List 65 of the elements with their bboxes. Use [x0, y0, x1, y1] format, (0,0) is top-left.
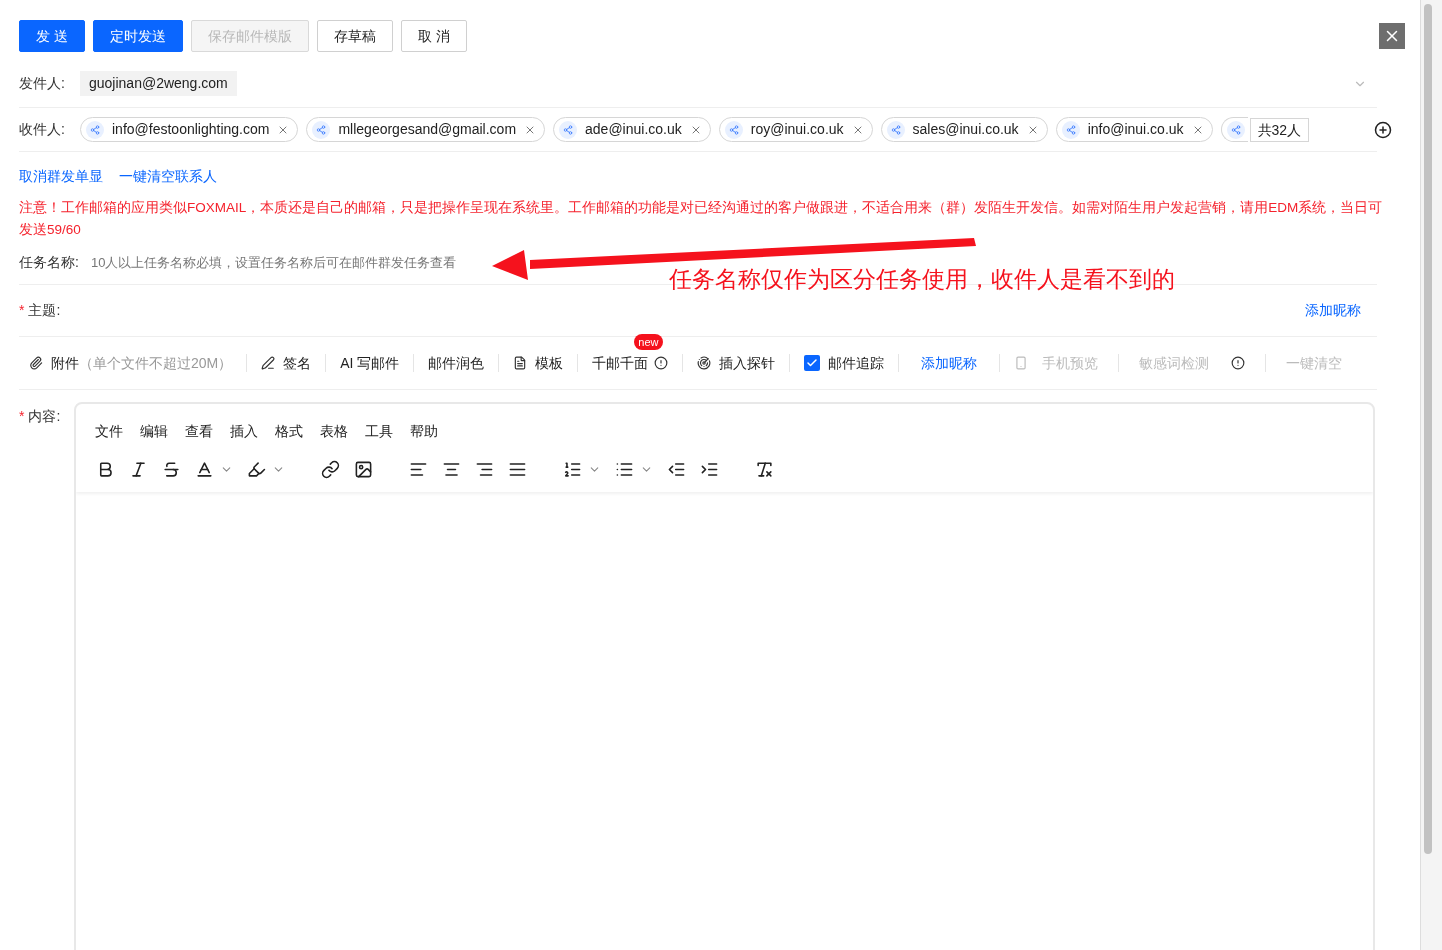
- editor-menu-item[interactable]: 编辑: [140, 416, 168, 446]
- toolbar-button[interactable]: 邮件润色: [428, 352, 485, 374]
- sender-field[interactable]: guojinan@2weng.com: [80, 71, 237, 96]
- action-button[interactable]: 发 送: [19, 20, 85, 52]
- editor[interactable]: 文件 编辑 查看 插入 格式 表格 工具 帮助: [74, 402, 1375, 950]
- toolbar-button[interactable]: 附件: [51, 352, 79, 374]
- editor-menu-item[interactable]: 插入: [230, 416, 258, 446]
- recipient-chip[interactable]: info@inui.co.uk: [1055, 117, 1213, 142]
- numbered-list-icon[interactable]: [563, 459, 582, 479]
- document-icon: [513, 356, 528, 370]
- recipient-chip[interactable]: ade@inui.co.uk: [553, 117, 711, 142]
- toolbar-button[interactable]: 签名: [283, 352, 312, 374]
- editor-menu-item[interactable]: 文件: [95, 416, 123, 446]
- scrollbar-thumb[interactable]: [1424, 4, 1432, 854]
- recipient-count: 共32人: [1249, 117, 1310, 142]
- warning-text: 注意！工作邮箱的应用类似FOXMAIL，本质还是自己的邮箱，只是把操作呈现在系统里。工作邮箱的功能是对已经沟通过的客户做跟进，不适合用来（群）发陌生开发信。如需对陌生用户发起营销，请用EDM系统，当日可发送59/60: [19, 199, 1384, 239]
- action-button[interactable]: 取 消: [400, 20, 467, 52]
- recipient-chip[interactable]: info@festoonlighting.com: [80, 117, 299, 142]
- task-label: 任务名称:: [19, 253, 80, 272]
- toolbar-button[interactable]: AI 写邮件: [340, 352, 400, 374]
- checkbox-label: 邮件追踪: [828, 353, 885, 373]
- info-icon: [1231, 356, 1246, 370]
- link-icon[interactable]: [321, 459, 340, 479]
- recipient-label: 收件人:: [19, 120, 66, 139]
- paperclip-icon: [29, 356, 43, 370]
- editor-menu-item[interactable]: 表格: [320, 416, 348, 446]
- nickname-link[interactable]: 添加昵称: [1305, 300, 1361, 321]
- toolbar-button[interactable]: 模板: [535, 352, 564, 374]
- editor-menu-item[interactable]: 帮助: [410, 416, 438, 446]
- required-mark: *: [19, 301, 25, 320]
- recipient-chip[interactable]: sales@inui.co.uk: [880, 117, 1048, 142]
- new-badge: new: [634, 333, 663, 350]
- nickname-link[interactable]: 添加昵称: [913, 352, 986, 374]
- contact-link[interactable]: 取消群发单显: [19, 166, 103, 187]
- highlighter-icon[interactable]: [247, 459, 266, 479]
- clear-format-icon[interactable]: [755, 459, 774, 479]
- action-button[interactable]: 定时发送: [92, 20, 183, 52]
- toolbar-button[interactable]: 插入探针: [719, 352, 776, 374]
- attachment-hint: （单个文件不超过20M）: [79, 353, 233, 373]
- checkbox[interactable]: [804, 355, 821, 371]
- radar-icon: [697, 356, 712, 370]
- add-icon[interactable]: [1374, 120, 1392, 139]
- annotation-text: 任务名称仅作为区分任务使用，收件人是看不到的: [669, 265, 1175, 294]
- action-button[interactable]: 存草稿: [316, 20, 393, 52]
- recipient-chip[interactable]: roy@inui.co.uk: [718, 117, 873, 142]
- text-color-icon[interactable]: [195, 459, 214, 479]
- italic-icon[interactable]: [129, 459, 148, 479]
- info-icon: [654, 356, 669, 370]
- sender-label: 发件人:: [19, 74, 66, 93]
- contact-link[interactable]: 一键清空联系人: [119, 166, 217, 187]
- content-label: 内容:: [28, 407, 61, 426]
- toolbar-button[interactable]: 千邮千面: [592, 352, 649, 374]
- required-mark: *: [19, 407, 25, 426]
- phone-icon: [1014, 356, 1029, 370]
- check-icon: [806, 357, 819, 369]
- editor-menu-item[interactable]: 查看: [185, 416, 213, 446]
- image-icon[interactable]: [354, 459, 373, 479]
- close-button[interactable]: [1379, 23, 1405, 49]
- strikethrough-icon[interactable]: [162, 459, 181, 479]
- editor-menu-item[interactable]: 工具: [365, 416, 393, 446]
- editor-menu-item[interactable]: 格式: [275, 416, 303, 446]
- pen-icon: [261, 356, 276, 370]
- task-name-field[interactable]: 10人以上任务名称必填，设置任务名称后可在邮件群发任务查看: [91, 252, 471, 273]
- subject-label: 主题:: [28, 301, 62, 320]
- recipient-chip[interactable]: mllegeorgesand@gmail.com: [306, 117, 546, 142]
